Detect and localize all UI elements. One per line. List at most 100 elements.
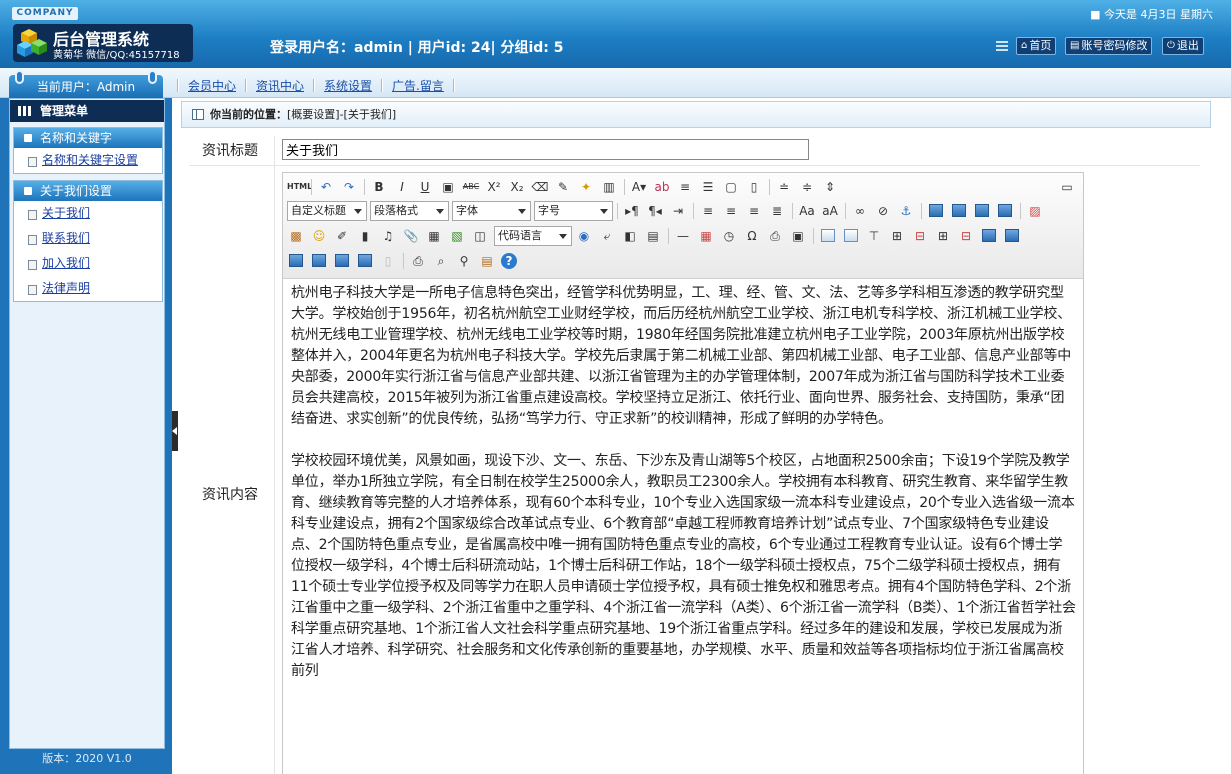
insert-paragraph-before-table-icon[interactable]: ⊤ — [865, 227, 883, 245]
split-cells-icon[interactable] — [312, 254, 326, 267]
code-language-select[interactable]: 代码语言 — [494, 226, 572, 246]
template-icon[interactable]: ▤ — [644, 227, 662, 245]
fullscreen-icon[interactable]: ▭ — [1058, 178, 1076, 196]
help-icon[interactable]: ? — [501, 253, 517, 269]
delete-col-icon[interactable]: ⊟ — [957, 227, 975, 245]
frame-icon[interactable]: ◫ — [471, 227, 489, 245]
logout-button[interactable]: ⏻ 退出 — [1162, 37, 1204, 55]
drafts-icon[interactable]: ▤ — [478, 252, 496, 270]
merge-right-icon[interactable] — [1005, 229, 1019, 242]
unlink-icon[interactable]: ⊘ — [874, 202, 892, 220]
sidebar-item-label[interactable]: 关于我们 — [42, 206, 90, 220]
sidebar-item-label[interactable]: 加入我们 — [42, 256, 90, 270]
sidebar-item-label[interactable]: 联系我们 — [42, 231, 90, 245]
menu-grip-icon[interactable] — [996, 41, 1008, 51]
undo-icon[interactable]: ↶ — [317, 178, 335, 196]
sidebar-item-label[interactable]: 法律声明 — [42, 281, 90, 295]
title-input[interactable] — [282, 139, 809, 160]
ltr-icon[interactable]: ▸¶ — [623, 202, 641, 220]
chart-icon[interactable]: ▯ — [379, 252, 397, 270]
image-center-icon[interactable] — [998, 204, 1012, 217]
anchor-icon[interactable]: ⚓ — [897, 202, 915, 220]
sidebar-item-about-us[interactable]: 关于我们 — [14, 201, 162, 226]
strikethrough-icon[interactable]: ABC — [462, 178, 480, 196]
image-none-icon[interactable] — [929, 204, 943, 217]
split-rows-icon[interactable] — [335, 254, 349, 267]
ordered-list-icon[interactable]: ≡ — [676, 178, 694, 196]
print-icon[interactable]: ⎙ — [409, 252, 427, 270]
sidebar-item-legal[interactable]: 法律声明 — [14, 276, 162, 301]
align-right-icon[interactable]: ≡ — [745, 202, 763, 220]
superscript-icon[interactable]: X² — [485, 178, 503, 196]
horizontal-rule-icon[interactable]: — — [674, 227, 692, 245]
insert-col-icon[interactable]: ⊞ — [934, 227, 952, 245]
sidebar-item-keyword-settings[interactable]: 名称和关键字设置 — [14, 148, 162, 173]
music-icon[interactable]: ♫ — [379, 227, 397, 245]
background-icon[interactable]: ◧ — [621, 227, 639, 245]
unordered-list-icon[interactable]: ☰ — [699, 178, 717, 196]
home-button[interactable]: ⌂ 首页 — [1016, 37, 1057, 55]
line-height-icon[interactable]: ⇕ — [821, 178, 839, 196]
word-image-icon[interactable]: ▣ — [789, 227, 807, 245]
insert-table-icon[interactable] — [821, 229, 835, 242]
image-right-icon[interactable] — [975, 204, 989, 217]
editor-content[interactable]: 杭州电子科技大学是一所电子信息特色突出，经管学科优势明显，工、理、经、管、文、法… — [291, 283, 1076, 703]
align-justify-icon[interactable]: ≣ — [768, 202, 786, 220]
change-password-button[interactable]: ▤ 账号密码修改 — [1065, 37, 1153, 55]
align-left-icon[interactable]: ≡ — [699, 202, 717, 220]
paragraph-format-select[interactable]: 段落格式 — [370, 201, 449, 221]
sidebar-item-label[interactable]: 名称和关键字设置 — [42, 153, 138, 167]
insert-row-icon[interactable]: ⊞ — [888, 227, 906, 245]
insert-image-icon[interactable]: ▨ — [1026, 202, 1044, 220]
redo-icon[interactable]: ↷ — [340, 178, 358, 196]
clipboard-icon[interactable]: ▥ — [600, 178, 618, 196]
sidebar-item-contact-us[interactable]: 联系我们 — [14, 226, 162, 251]
custom-heading-select[interactable]: 自定义标题 — [287, 201, 367, 221]
time-icon[interactable]: ◷ — [720, 227, 738, 245]
font-family-select[interactable]: 字体 — [452, 201, 531, 221]
special-char-icon[interactable]: Ω — [743, 227, 761, 245]
attachment-icon[interactable]: 📎 — [402, 227, 420, 245]
nav-link-member[interactable]: 会员中心 — [188, 77, 236, 94]
nav-link-news[interactable]: 资讯中心 — [256, 77, 304, 94]
underline-icon[interactable]: U — [416, 178, 434, 196]
split-cols-icon[interactable] — [358, 254, 372, 267]
highlight-color-icon[interactable]: ab — [653, 178, 671, 196]
select-all-icon[interactable]: ▢ — [722, 178, 740, 196]
sidebar-item-join-us[interactable]: 加入我们 — [14, 251, 162, 276]
sidebar-group-title[interactable]: 关于我们设置 — [14, 181, 162, 201]
sidebar-group-title[interactable]: 名称和关键字 — [14, 128, 162, 148]
video-icon[interactable]: ▮ — [356, 227, 374, 245]
search-replace-icon[interactable]: ⚲ — [455, 252, 473, 270]
multi-image-icon[interactable]: ▩ — [287, 227, 305, 245]
page-break-icon[interactable]: ⤶ — [598, 227, 616, 245]
nav-link-settings[interactable]: 系统设置 — [324, 77, 372, 94]
preview-icon[interactable]: ⌕ — [432, 252, 450, 270]
lowercase-icon[interactable]: aA — [821, 202, 839, 220]
font-border-icon[interactable]: ▣ — [439, 178, 457, 196]
delete-row-icon[interactable]: ⊟ — [911, 227, 929, 245]
date-icon[interactable]: ▦ — [697, 227, 715, 245]
uppercase-icon[interactable]: Aa — [798, 202, 816, 220]
font-color-icon[interactable]: A▾ — [630, 178, 648, 196]
snap-screen-icon[interactable]: ⎙ — [766, 227, 784, 245]
web-app-icon[interactable]: ◉ — [575, 227, 593, 245]
bold-icon[interactable]: B — [370, 178, 388, 196]
eraser-icon[interactable]: ⌫ — [531, 178, 549, 196]
scrawl-icon[interactable]: ✐ — [333, 227, 351, 245]
font-size-select[interactable]: 字号 — [534, 201, 613, 221]
row-spacing-top-icon[interactable]: ≐ — [775, 178, 793, 196]
delete-table-icon[interactable] — [844, 229, 858, 242]
google-map-icon[interactable]: ▧ — [448, 227, 466, 245]
rtl-icon[interactable]: ¶◂ — [646, 202, 664, 220]
indent-icon[interactable]: ⇥ — [669, 202, 687, 220]
link-icon[interactable]: ∞ — [851, 202, 869, 220]
html-source-button[interactable]: HTML — [287, 178, 312, 196]
format-brush-icon[interactable]: ✎ — [554, 178, 572, 196]
merge-down-icon[interactable] — [289, 254, 303, 267]
subscript-icon[interactable]: X₂ — [508, 178, 526, 196]
auto-format-icon[interactable]: ✦ — [577, 178, 595, 196]
emotion-icon[interactable]: ☺ — [310, 227, 328, 245]
map-icon[interactable]: ▦ — [425, 227, 443, 245]
image-left-icon[interactable] — [952, 204, 966, 217]
